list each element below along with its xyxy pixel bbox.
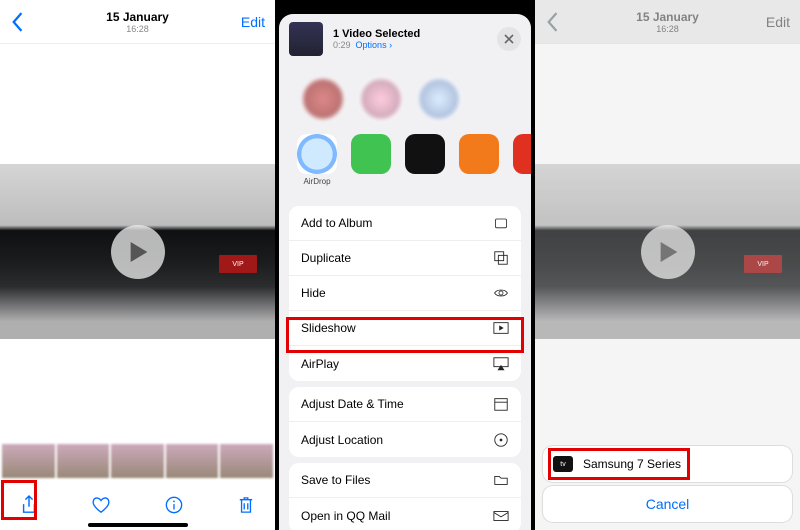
cancel-button[interactable]: Cancel <box>543 486 792 522</box>
tv-icon: tv <box>553 456 573 472</box>
selected-thumbnail <box>289 22 323 56</box>
heart-icon <box>91 496 111 514</box>
share-sheet-header: 1 Video Selected 0:29 Options › <box>279 14 531 64</box>
share-sheet: 1 Video Selected 0:29 Options › AirDrop … <box>279 14 531 530</box>
eye-icon <box>493 285 509 301</box>
row-add-to-album[interactable]: Add to Album <box>289 206 521 241</box>
airdrop-contacts[interactable] <box>279 64 531 134</box>
thumb[interactable] <box>166 444 219 478</box>
selected-title: 1 Video Selected <box>333 28 420 40</box>
play-icon <box>659 242 679 262</box>
trash-icon <box>238 495 254 515</box>
header-time: 16:28 <box>0 24 275 34</box>
delete-button[interactable] <box>235 494 257 516</box>
play-icon <box>129 242 149 262</box>
duplicate-icon <box>493 250 509 266</box>
share-button[interactable] <box>18 494 40 516</box>
header-date: 15 January <box>0 10 275 24</box>
app-orange[interactable] <box>459 134 499 177</box>
video-preview: VIP <box>535 164 800 339</box>
slideshow-icon <box>493 320 509 336</box>
row-slideshow[interactable]: Slideshow <box>289 311 521 346</box>
share-icon <box>20 494 38 516</box>
thumb[interactable] <box>220 444 273 478</box>
thumb[interactable] <box>2 444 55 478</box>
airplay-device-row[interactable]: tv Samsung 7 Series <box>543 446 792 482</box>
action-list-2: Adjust Date & Time Adjust Location <box>289 387 521 457</box>
nav-bar: 15 January 16:28 Edit <box>535 0 800 44</box>
wechat-icon <box>351 134 391 174</box>
tiktok-icon <box>405 134 445 174</box>
contact-avatar[interactable] <box>359 77 403 121</box>
nav-bar: 15 January 16:28 Edit <box>0 0 275 44</box>
airplay-icon <box>493 356 509 372</box>
header-date: 15 January <box>535 10 800 24</box>
airplay-picker-screen: 15 January 16:28 Edit VIP tv Samsung 7 S… <box>535 0 800 530</box>
row-adjust-date[interactable]: Adjust Date & Time <box>289 387 521 422</box>
info-button[interactable] <box>163 494 185 516</box>
info-icon <box>165 496 183 514</box>
action-list-3: Save to Files Open in QQ Mail <box>289 463 521 530</box>
thumbnail-strip[interactable] <box>0 444 275 478</box>
thumb[interactable] <box>111 444 164 478</box>
app-red[interactable] <box>513 134 531 177</box>
edit-button: Edit <box>766 14 790 30</box>
location-icon <box>493 432 509 448</box>
options-link[interactable]: Options › <box>356 40 393 50</box>
row-adjust-location[interactable]: Adjust Location <box>289 422 521 457</box>
row-airplay[interactable]: AirPlay <box>289 346 521 381</box>
app-airdrop[interactable]: AirDrop <box>297 134 337 186</box>
favorite-button[interactable] <box>90 494 112 516</box>
row-duplicate[interactable]: Duplicate <box>289 241 521 276</box>
close-icon <box>504 34 514 44</box>
photo-viewer-screen: 15 January 16:28 Edit VIP <box>0 0 275 530</box>
contact-avatar[interactable] <box>301 77 345 121</box>
device-name: Samsung 7 Series <box>583 457 681 471</box>
share-sheet-screen: 1 Video Selected 0:29 Options › AirDrop … <box>275 0 535 530</box>
app-icon <box>513 134 531 174</box>
app-icon <box>459 134 499 174</box>
selected-subtitle: 0:29 Options › <box>333 40 420 50</box>
dealer-sign: VIP <box>744 255 782 273</box>
edit-button[interactable]: Edit <box>241 14 265 30</box>
mail-icon <box>493 508 509 524</box>
back-button[interactable] <box>10 12 24 32</box>
album-icon <box>493 215 509 231</box>
app-tiktok[interactable] <box>405 134 445 177</box>
calendar-icon <box>493 396 509 412</box>
airdrop-icon <box>297 134 337 174</box>
row-save-to-files[interactable]: Save to Files <box>289 463 521 498</box>
contact-avatar[interactable] <box>417 77 461 121</box>
close-button[interactable] <box>497 27 521 51</box>
folder-icon <box>493 472 509 488</box>
dealer-sign: VIP <box>219 255 257 273</box>
play-button <box>641 225 695 279</box>
home-indicator[interactable] <box>88 523 188 527</box>
app-wechat[interactable] <box>351 134 391 177</box>
play-button[interactable] <box>111 225 165 279</box>
header-time: 16:28 <box>535 24 800 34</box>
video-preview[interactable]: VIP <box>0 164 275 339</box>
row-open-qqmail[interactable]: Open in QQ Mail <box>289 498 521 530</box>
action-list-1: Add to Album Duplicate Hide Slideshow Ai… <box>289 206 521 381</box>
share-apps-row[interactable]: AirDrop <box>279 134 531 202</box>
back-button[interactable] <box>545 12 559 32</box>
thumb[interactable] <box>57 444 110 478</box>
row-hide[interactable]: Hide <box>289 276 521 311</box>
